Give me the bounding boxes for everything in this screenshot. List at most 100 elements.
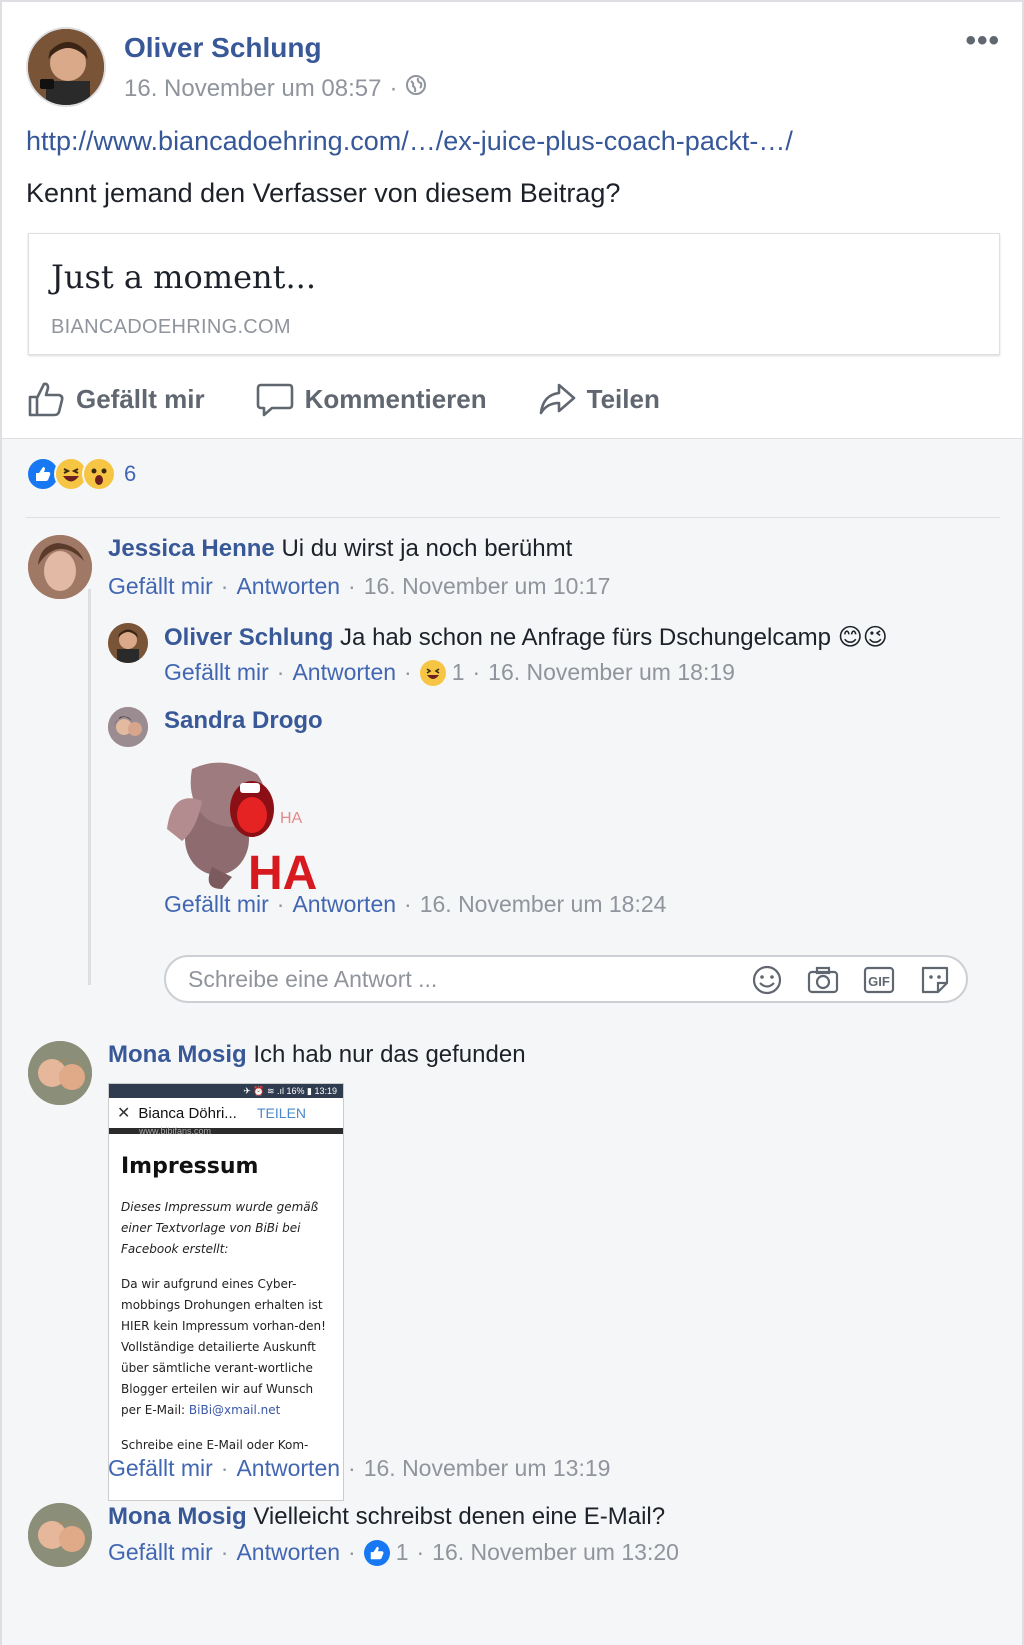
- comment-body: Vielleicht schreibst denen eine E-Mail?: [253, 1503, 666, 1530]
- meta-separator: ·: [348, 1455, 356, 1481]
- meta-separator: ·: [404, 659, 412, 685]
- screenshot-url: www.bibifans.com: [139, 1126, 212, 1136]
- reactions-summary[interactable]: 6: [26, 457, 136, 491]
- share-button-label: Teilen: [586, 383, 660, 414]
- reactions-count: 6: [124, 461, 137, 486]
- meta-separator: ·: [348, 1539, 356, 1565]
- reply-reply-link[interactable]: Antworten: [292, 659, 396, 686]
- comment-body: Ui du wirst ja noch berühmt: [281, 535, 573, 562]
- reply-reply-link[interactable]: Antworten: [292, 891, 396, 918]
- reply-timestamp[interactable]: 16. November um 18:19: [488, 659, 735, 686]
- comment-button-label: Kommentieren: [304, 383, 487, 414]
- screenshot-body-text: Da wir aufgrund eines Cyber-mobbings Dro…: [121, 1274, 331, 1421]
- reply-like-link[interactable]: Gefällt mir: [164, 659, 269, 686]
- thumbs-up-icon: [28, 382, 64, 417]
- globe-icon[interactable]: [405, 74, 427, 103]
- meta-separator: ·: [220, 1539, 229, 1565]
- comment-author[interactable]: Mona Mosig: [108, 1503, 247, 1530]
- like-button[interactable]: Gefällt mir: [26, 379, 205, 419]
- commenter-avatar[interactable]: [28, 1503, 92, 1567]
- author-avatar[interactable]: [26, 27, 106, 107]
- screenshot-body: Impressum Dieses Impressum wurde gemäß e…: [109, 1134, 343, 1482]
- haha-reaction-icon: [419, 659, 446, 686]
- reply-input[interactable]: Schreibe eine Antwort ... GIF: [164, 955, 968, 1003]
- meta-separator: ·: [220, 573, 229, 599]
- comment-author[interactable]: Mona Mosig: [108, 1041, 247, 1068]
- reply-like-link[interactable]: Gefällt mir: [164, 891, 269, 918]
- replier-avatar[interactable]: [108, 623, 148, 663]
- like-button-label: Gefällt mir: [76, 383, 205, 414]
- share-arrow-icon: [539, 383, 575, 415]
- post-timestamp[interactable]: 16. November um 08:57: [124, 75, 381, 103]
- meta-separator: ·: [348, 573, 356, 599]
- meta-separator: ·: [220, 1455, 229, 1481]
- post-actions: Gefällt mir Kommentieren Teilen: [26, 374, 660, 424]
- comment-author[interactable]: Jessica Henne: [108, 535, 275, 562]
- screenshot-browser-bar: ✕ Bianca Döhri... TEILEN www.bibifans.co…: [109, 1098, 343, 1136]
- comment-meta: Gefällt mir · Antworten · 1 · 16. Novemb…: [108, 1539, 679, 1566]
- divider: [26, 517, 1000, 518]
- meta-separator: ·: [472, 659, 481, 685]
- reply-meta: Gefällt mir · Antworten · 16. November u…: [164, 891, 666, 918]
- comment-body: Ich hab nur das gefunden: [253, 1041, 526, 1068]
- post-author-name[interactable]: Oliver Schlung: [124, 32, 322, 64]
- comment-meta: Gefällt mir · Antworten · 16. November u…: [108, 1455, 610, 1482]
- attached-screenshot[interactable]: ✈ ⏰ ≋ .ıl 16% ▮ 13:19 ✕ Bianca Döhri... …: [108, 1083, 344, 1501]
- link-preview-domain: BIANCADOEHRING.COM: [51, 316, 291, 338]
- reply-author[interactable]: Oliver Schlung: [164, 624, 333, 651]
- comment-text: Mona Mosig Vielleicht schreibst denen ei…: [108, 1503, 665, 1531]
- screenshot-italic-text: Dieses Impressum wurde gemäß einer Textv…: [121, 1200, 319, 1256]
- comment-timestamp[interactable]: 16. November um 13:20: [432, 1539, 679, 1566]
- more-options-icon[interactable]: •••: [965, 24, 1000, 58]
- comment-timestamp[interactable]: 16. November um 13:19: [364, 1455, 611, 1482]
- screenshot-paragraph: Da wir aufgrund eines Cyber-mobbings Dro…: [121, 1277, 326, 1417]
- post-link[interactable]: http://www.biancadoehring.com/…/ex-juice…: [26, 126, 793, 157]
- comment-like-link[interactable]: Gefällt mir: [108, 1455, 213, 1482]
- camera-icon[interactable]: [806, 963, 840, 997]
- reply-meta: Gefällt mir · Antworten · 1 · 16. Novemb…: [164, 659, 735, 686]
- meta-separator: ·: [389, 74, 398, 102]
- comment-like-link[interactable]: Gefällt mir: [108, 573, 213, 600]
- comment-reply-link[interactable]: Antworten: [236, 573, 340, 600]
- reply-body: Ja hab schon ne Anfrage fürs Dschungelca…: [340, 624, 832, 651]
- meta-separator: ·: [276, 659, 285, 685]
- emoji-smile-wink: 😊😉: [837, 624, 888, 651]
- replier-avatar[interactable]: [108, 707, 148, 747]
- comment-text: Jessica Henne Ui du wirst ja noch berühm…: [108, 535, 572, 563]
- emoji-icon[interactable]: [750, 963, 784, 997]
- share-button[interactable]: Teilen: [537, 379, 660, 419]
- like-reaction-icon: [363, 1539, 390, 1566]
- reply-text: Oliver Schlung Ja hab schon ne Anfrage f…: [164, 623, 888, 652]
- comment-bubble-icon: [256, 383, 293, 417]
- comment-text: Mona Mosig Ich hab nur das gefunden: [108, 1041, 526, 1069]
- link-preview[interactable]: Just a moment... BIANCADOEHRING.COM: [28, 233, 1000, 355]
- gif-icon[interactable]: GIF: [862, 963, 896, 997]
- comments-section: 6 Jessica Henne Ui du wirst ja noch berü…: [2, 438, 1022, 1645]
- screenshot-footer-text: Schreibe eine E-Mail oder Kom-: [121, 1438, 309, 1452]
- comment-timestamp[interactable]: 16. November um 10:17: [364, 573, 611, 600]
- screenshot-tab-title: Bianca Döhri...: [138, 1104, 237, 1122]
- commenter-avatar[interactable]: [28, 535, 92, 599]
- sticker-text-small: HA: [280, 810, 303, 827]
- reply-author[interactable]: Sandra Drogo: [164, 707, 323, 734]
- post-meta: 16. November um 08:57 ·: [124, 74, 427, 103]
- comment-reaction-count[interactable]: 1: [396, 1539, 409, 1566]
- comment-reply-link[interactable]: Antworten: [236, 1455, 340, 1482]
- comment-button[interactable]: Kommentieren: [255, 379, 487, 419]
- reply-text: Sandra Drogo: [164, 707, 323, 735]
- meta-separator: ·: [276, 891, 285, 917]
- screenshot-email: BiBi@xmail.net: [188, 1403, 281, 1417]
- laughing-dog-sticker[interactable]: HA HA: [162, 749, 322, 899]
- svg-text:GIF: GIF: [868, 974, 890, 989]
- reply-input-placeholder: Schreibe eine Antwort ...: [188, 966, 438, 992]
- screenshot-status-bar: ✈ ⏰ ≋ .ıl 16% ▮ 13:19: [109, 1084, 343, 1098]
- reply-timestamp[interactable]: 16. November um 18:24: [420, 891, 667, 918]
- sticker-icon[interactable]: [918, 963, 952, 997]
- comment-reply-link[interactable]: Antworten: [236, 1539, 340, 1566]
- comment-like-link[interactable]: Gefällt mir: [108, 1539, 213, 1566]
- commenter-avatar[interactable]: [28, 1041, 92, 1105]
- reply-thread-line: [88, 589, 91, 985]
- comment-meta: Gefällt mir · Antworten · 16. November u…: [108, 573, 610, 600]
- meta-separator: ·: [404, 891, 412, 917]
- reply-reaction-count[interactable]: 1: [452, 659, 465, 686]
